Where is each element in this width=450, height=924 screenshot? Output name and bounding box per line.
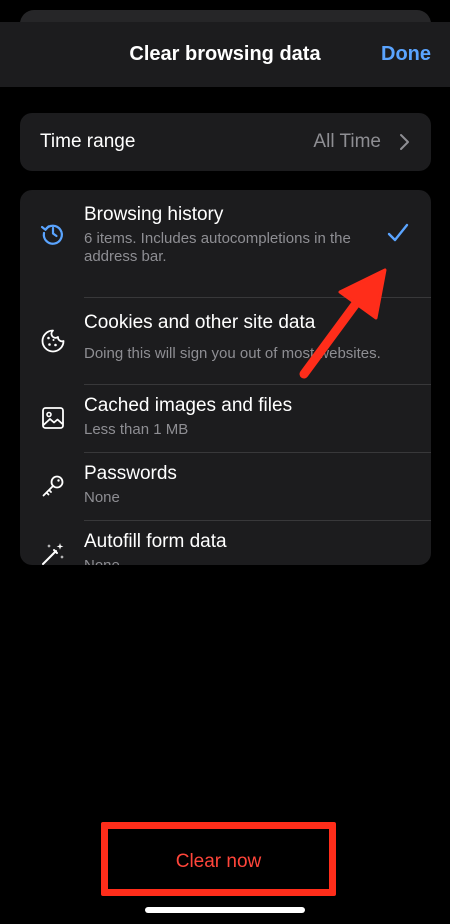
option-title: Passwords: [84, 463, 177, 484]
option-title: Autofill form data: [84, 531, 227, 552]
checkmark-icon: [387, 223, 409, 242]
cookie-icon: [41, 329, 65, 353]
key-icon: [42, 475, 64, 497]
time-range-label: Time range: [40, 131, 136, 152]
option-subtitle: None: [84, 557, 120, 565]
clear-now-highlight: Clear now: [101, 822, 336, 896]
option-passwords[interactable]: Passwords None: [20, 453, 431, 520]
option-subtitle: Doing this will sign you out of most web…: [84, 345, 381, 362]
option-title: Cached images and files: [84, 395, 293, 416]
time-range-row[interactable]: Time range All Time: [20, 113, 431, 171]
option-subtitle: None: [84, 489, 120, 506]
magic-wand-icon: [42, 543, 64, 565]
screen: Clear browsing data Done Time range All …: [0, 0, 450, 924]
option-subtitle: 6 items. Includes autocompletions in the…: [84, 230, 351, 265]
option-title: Browsing history: [84, 204, 224, 225]
option-browsing-history[interactable]: Browsing history 6 items. Includes autoc…: [20, 190, 431, 276]
clear-now-button[interactable]: Clear now: [108, 851, 329, 873]
clear-browsing-data-sheet: Clear browsing data Done Time range All …: [0, 22, 450, 924]
done-button[interactable]: Done: [381, 43, 431, 66]
option-cached-images[interactable]: Cached images and files Less than 1 MB: [20, 385, 431, 452]
history-icon: [40, 224, 63, 245]
home-indicator: [145, 907, 305, 913]
option-cookies[interactable]: Cookies and other site data Doing this w…: [20, 298, 431, 384]
nav-bar: Clear browsing data Done: [0, 22, 450, 87]
time-range-value: All Time: [313, 131, 381, 152]
option-title: Cookies and other site data: [84, 312, 316, 333]
data-types-list: Browsing history 6 items. Includes autoc…: [20, 190, 431, 565]
option-autofill[interactable]: Autofill form data None: [20, 521, 431, 565]
image-icon: [42, 407, 64, 429]
option-subtitle: Less than 1 MB: [84, 421, 189, 438]
chevron-right-icon: [400, 134, 409, 150]
